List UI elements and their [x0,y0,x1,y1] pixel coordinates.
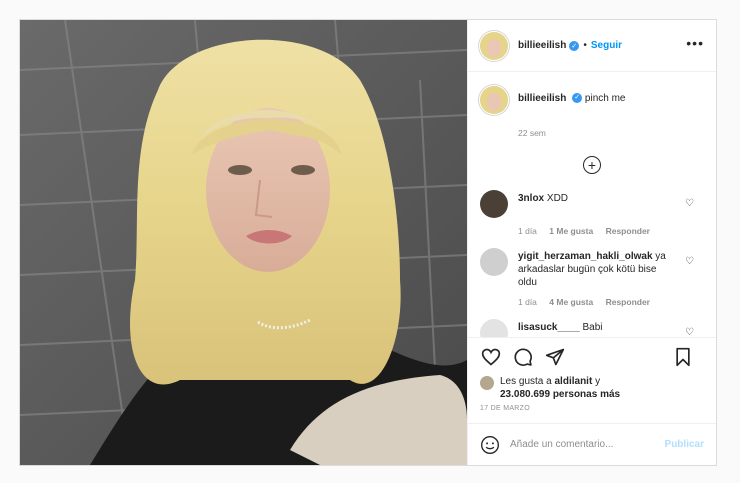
more-options-icon[interactable]: ••• [686,36,704,50]
comment-composer: Añade un comentario... Publicar [468,423,716,465]
plus-circle-icon[interactable]: + [583,156,601,174]
avatar-image [480,31,508,60]
comment-likes[interactable]: 4 Me gusta [549,297,593,307]
comment-text: yigit_herzaman_hakli_olwak ya arkadaslar… [518,248,678,289]
verified-badge-icon: ✓ [569,40,580,51]
liker-avatar[interactable] [480,376,494,390]
header-separator: • [583,40,587,51]
comment-item: 3nlox XDD ♡ [480,190,704,218]
comment-likes[interactable]: 1 Me gusta [549,226,593,236]
likes-count[interactable]: 23.080.699 personas más [500,389,620,400]
caption-row: billieeilish ✓ pinch me [480,86,704,114]
commenter-avatar[interactable] [480,190,508,218]
comment-text: 3nlox XDD [518,190,678,218]
heart-icon[interactable] [480,346,502,368]
likes-summary: Les gusta a aldilanit y 23.080.699 perso… [468,375,716,401]
paper-plane-icon[interactable] [544,346,566,368]
comment-meta: 1 día 1 Me gusta Responder [518,226,704,236]
likes-connector: y [595,376,601,387]
likes-text: Les gusta a aldilanit y 23.080.699 perso… [500,375,620,401]
caption-avatar[interactable] [480,86,508,114]
comment-input[interactable]: Añade un comentario... [510,439,665,450]
avatar-image [480,86,508,114]
author-avatar[interactable] [480,31,508,60]
follow-button[interactable]: Seguir [591,40,622,51]
post-date[interactable]: 17 DE MARZO [468,401,716,423]
post-image [20,20,467,465]
verified-badge-icon: ✓ [572,93,583,104]
post-header: billieeilish ✓ • Seguir ••• [468,20,716,72]
comment-username[interactable]: 3nlox [518,193,544,204]
comment-item: yigit_herzaman_hakli_olwak ya arkadaslar… [480,248,704,289]
load-more-comments[interactable]: + [480,156,704,178]
post-photo[interactable] [20,20,467,465]
bookmark-icon[interactable] [672,346,694,368]
reply-button[interactable]: Responder [606,297,650,307]
caption-body: pinch me [584,93,626,104]
comment-body: XDD [546,193,569,204]
caption-text: billieeilish ✓ pinch me [518,86,626,106]
reply-button[interactable]: Responder [606,226,650,236]
comment-item: lisasuck____ Babi ♡ [480,319,704,337]
emoji-icon[interactable] [480,435,500,455]
comments-section: billieeilish ✓ pinch me 22 sem + 3nlox X… [468,72,716,337]
comment-text: lisasuck____ Babi [518,319,678,337]
comment-username[interactable]: yigit_herzaman_hakli_olwak [518,251,653,262]
caption-meta: 22 sem [518,128,704,138]
comment-like-icon[interactable]: ♡ [685,198,694,209]
comment-body: Babi [582,322,603,333]
comment-like-icon[interactable]: ♡ [685,256,694,267]
caption-age[interactable]: 22 sem [518,128,546,138]
action-bar [468,337,716,375]
author-username[interactable]: billieeilish [518,40,566,51]
post-sidebar: billieeilish ✓ • Seguir ••• billieeilish… [467,20,716,465]
comment-time[interactable]: 1 día [518,297,537,307]
publish-button[interactable]: Publicar [665,439,704,450]
commenter-avatar[interactable] [480,248,508,276]
comment-time[interactable]: 1 día [518,226,537,236]
likes-prefix: Les gusta a [500,376,552,387]
caption-username[interactable]: billieeilish [518,93,566,104]
liker-username[interactable]: aldilanit [555,376,593,387]
comment-bubble-icon[interactable] [512,346,534,368]
commenter-avatar[interactable] [480,319,508,337]
comment-meta: 1 día 4 Me gusta Responder [518,297,704,307]
comment-username[interactable]: lisasuck____ [518,322,580,333]
comment-like-icon[interactable]: ♡ [685,327,694,337]
post-card: billieeilish ✓ • Seguir ••• billieeilish… [19,19,717,466]
